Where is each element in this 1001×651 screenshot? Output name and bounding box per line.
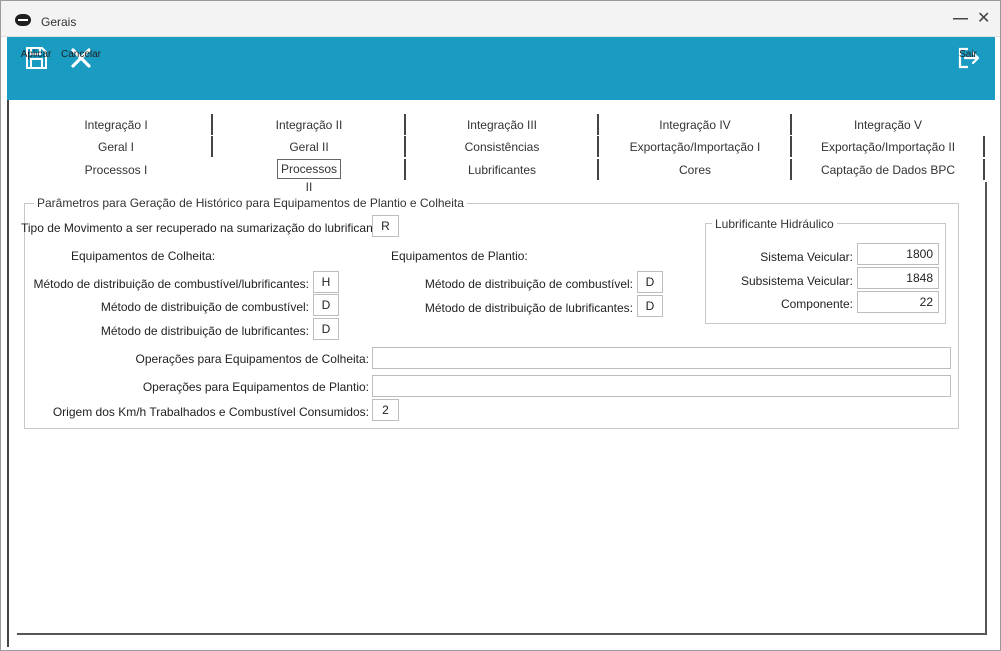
planting-operations-field[interactable] bbox=[372, 375, 951, 397]
tab-processos-2[interactable]: Processos II bbox=[277, 159, 341, 194]
tab-separator bbox=[404, 159, 406, 180]
km-fuel-origin-field[interactable]: 2 bbox=[372, 399, 399, 421]
tab-separator bbox=[790, 114, 792, 135]
planting-lub-method-field[interactable]: D bbox=[637, 295, 663, 317]
tab-separator bbox=[211, 114, 213, 135]
cancel-button[interactable]: Cancelar bbox=[61, 45, 101, 71]
tab-separator bbox=[404, 114, 406, 135]
tab-integracao-2[interactable]: Integração II bbox=[215, 116, 403, 136]
harvest-operations-label: Operações para Equipamentos de Colheita: bbox=[135, 352, 369, 366]
tab-geral-2[interactable]: Geral II bbox=[215, 138, 403, 158]
km-fuel-origin-label: Origem dos Km/h Trabalhados e Combustíve… bbox=[52, 405, 369, 419]
tab-consistencias[interactable]: Consistências bbox=[408, 138, 596, 158]
tab-exportacao-importacao-2[interactable]: Exportação/Importação II bbox=[794, 138, 982, 158]
tab-integracao-3[interactable]: Integração III bbox=[408, 116, 596, 136]
harvest-fuel-lub-method-field[interactable]: H bbox=[313, 271, 339, 293]
close-icon[interactable]: ✕ bbox=[977, 11, 990, 27]
harvest-lub-method-label: Método de distribuição de lubrificantes: bbox=[100, 324, 309, 338]
planting-fuel-method-label: Método de distribuição de combustível: bbox=[424, 277, 633, 291]
component-field[interactable]: 22 bbox=[857, 291, 939, 313]
tab-captacao-dados-bpc[interactable]: Captação de Dados BPC bbox=[794, 161, 982, 181]
movement-type-field[interactable]: R bbox=[372, 215, 399, 237]
vehicle-system-label: Sistema Veicular: bbox=[760, 250, 853, 264]
tab-exportacao-importacao-1[interactable]: Exportação/Importação I bbox=[601, 138, 789, 158]
component-label: Componente: bbox=[780, 297, 853, 311]
exit-label: Sair bbox=[959, 49, 977, 60]
tab-separator bbox=[790, 159, 792, 180]
vehicle-subsystem-label: Subsistema Veicular: bbox=[740, 274, 853, 288]
planting-fuel-method-field[interactable]: D bbox=[637, 271, 663, 293]
tab-separator bbox=[983, 159, 985, 180]
tab-integracao-1[interactable]: Integração I bbox=[23, 116, 209, 136]
tab-integracao-4[interactable]: Integração IV bbox=[601, 116, 789, 136]
tab-separator bbox=[211, 136, 213, 157]
harvest-fuel-lub-method-label: Método de distribuição de combustível/lu… bbox=[33, 277, 309, 291]
harvest-fuel-method-label: Método de distribuição de combustível: bbox=[100, 300, 309, 314]
tab-separator bbox=[790, 136, 792, 157]
planting-equipment-heading: Equipamentos de Plantio: bbox=[391, 249, 528, 263]
vehicle-system-field[interactable]: 1800 bbox=[857, 243, 939, 265]
tab-geral-1[interactable]: Geral I bbox=[23, 138, 209, 158]
apply-button[interactable]: Aplicar bbox=[20, 45, 52, 71]
tab-separator bbox=[983, 136, 985, 157]
tab-separator bbox=[597, 159, 599, 180]
harvest-equipment-heading: Equipamentos de Colheita: bbox=[71, 249, 216, 263]
panel-border-right bbox=[985, 182, 987, 635]
tab-lubrificantes[interactable]: Lubrificantes bbox=[408, 161, 596, 181]
tab-separator bbox=[597, 114, 599, 135]
vehicle-subsystem-field[interactable]: 1848 bbox=[857, 267, 939, 289]
panel-border-bottom bbox=[17, 633, 987, 635]
tab-separator bbox=[404, 136, 406, 157]
apply-label: Aplicar bbox=[20, 49, 52, 60]
harvest-operations-field[interactable] bbox=[372, 347, 951, 369]
movement-type-label: Tipo de Movimento a ser recuperado na su… bbox=[21, 221, 387, 235]
exit-button[interactable]: Sair bbox=[955, 45, 981, 71]
window: Gerais — ✕ Aplicar Cancelar Sair Integra… bbox=[0, 0, 1001, 651]
tab-cores[interactable]: Cores bbox=[601, 161, 789, 181]
history-parameters-group-title: Parâmetros para Geração de Histórico par… bbox=[34, 196, 467, 210]
tab-integracao-5[interactable]: Integração V bbox=[794, 116, 982, 136]
minimize-icon[interactable]: — bbox=[953, 11, 968, 27]
planting-lub-method-label: Método de distribuição de lubrificantes: bbox=[424, 301, 633, 315]
toolbar: Aplicar Cancelar Sair bbox=[7, 37, 995, 100]
hydraulic-lubricant-group-title: Lubrificante Hidráulico bbox=[712, 217, 837, 231]
planting-operations-label: Operações para Equipamentos de Plantio: bbox=[142, 380, 369, 394]
harvest-fuel-method-field[interactable]: D bbox=[313, 294, 339, 316]
app-logo-icon bbox=[15, 14, 31, 26]
tab-processos-1[interactable]: Processos I bbox=[23, 161, 209, 181]
window-title: Gerais bbox=[41, 15, 77, 29]
tab-separator bbox=[597, 136, 599, 157]
cancel-label: Cancelar bbox=[60, 49, 102, 60]
title-bar: Gerais — ✕ bbox=[1, 1, 1000, 37]
harvest-lub-method-field[interactable]: D bbox=[313, 318, 339, 340]
